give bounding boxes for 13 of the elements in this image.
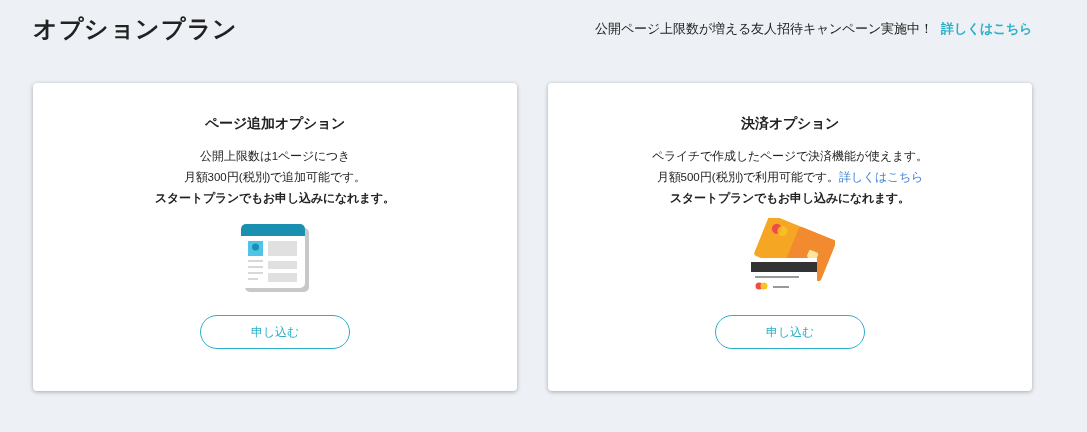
description-text: 公開上限数は1ページにつき [199,149,351,164]
document-icon [239,222,311,294]
details-link[interactable]: 詳しくはこちら [941,19,1032,39]
details-link[interactable]: 詳しくはこちら [839,171,924,183]
description-text: ペライチで作成したページで決済機能が使えます。 [652,149,928,164]
campaign-notice: 公開ページ上限数が増える友人招待キャンペーン実施中！ [595,20,933,39]
description-text: スタートプランでもお申し込みになれます。 [670,190,910,207]
card-title: ページ追加オプション [205,114,345,133]
description-text: 月額500円(税別)で利用可能です。詳しくはこちら [656,170,924,185]
card-title: 決済オプション [741,114,839,133]
description-text: スタートプランでもお申し込みになれます。 [155,190,395,207]
description-text: 月額300円(税別)で追加可能です。 [183,170,367,185]
page-title: オプションプラン [33,14,238,44]
